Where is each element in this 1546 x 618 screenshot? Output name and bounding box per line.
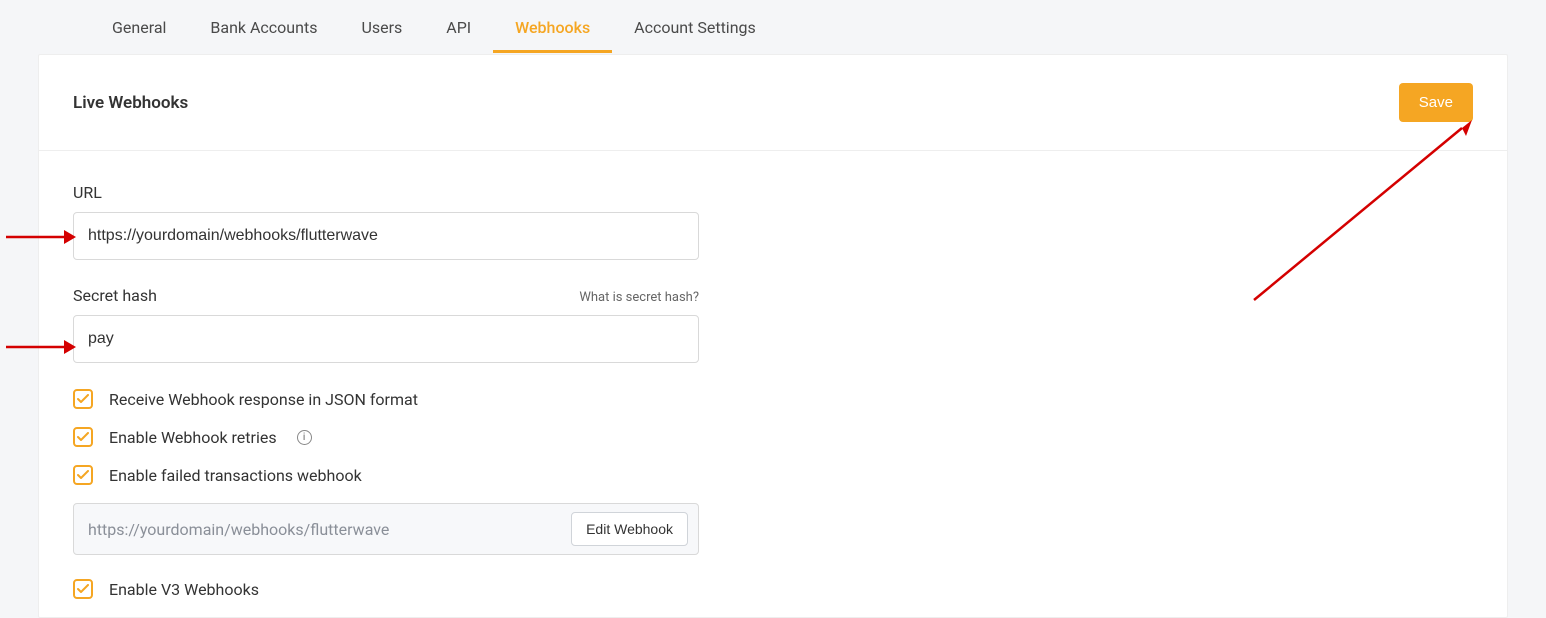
checkbox-json-format[interactable] <box>73 389 93 409</box>
info-icon[interactable]: i <box>297 430 312 445</box>
edit-webhook-button[interactable]: Edit Webhook <box>571 512 688 546</box>
check-icon <box>77 394 89 404</box>
tab-account-settings[interactable]: Account Settings <box>612 0 778 53</box>
check-icon <box>77 432 89 442</box>
checkbox-json-format-label: Receive Webhook response in JSON format <box>109 390 418 409</box>
webhook-readonly-url: https://yourdomain/webhooks/flutterwave <box>88 520 559 539</box>
checkbox-retries-label: Enable Webhook retries <box>109 428 277 447</box>
check-icon <box>77 584 89 594</box>
checkbox-v3[interactable] <box>73 579 93 599</box>
tab-api[interactable]: API <box>424 0 493 53</box>
tab-general[interactable]: General <box>90 0 188 53</box>
url-label: URL <box>73 183 102 202</box>
secret-hash-hint-link[interactable]: What is secret hash? <box>579 290 699 305</box>
tab-webhooks[interactable]: Webhooks <box>493 0 612 53</box>
secret-hash-input[interactable] <box>73 315 699 363</box>
page-title: Live Webhooks <box>73 93 188 113</box>
checkbox-failed-tx[interactable] <box>73 465 93 485</box>
url-input[interactable] <box>73 212 699 260</box>
checkbox-v3-label: Enable V3 Webhooks <box>109 580 259 599</box>
webhooks-card: Live Webhooks Save URL Secret hash What … <box>38 54 1508 618</box>
checkbox-retries[interactable] <box>73 427 93 447</box>
checkbox-failed-tx-label: Enable failed transactions webhook <box>109 466 362 485</box>
save-button[interactable]: Save <box>1399 83 1473 122</box>
tab-bank-accounts[interactable]: Bank Accounts <box>188 0 339 53</box>
secret-hash-label: Secret hash <box>73 286 157 305</box>
tab-users[interactable]: Users <box>339 0 424 53</box>
webhook-readonly-row: https://yourdomain/webhooks/flutterwave … <box>73 503 699 555</box>
check-icon <box>77 470 89 480</box>
settings-tabs: General Bank Accounts Users API Webhooks… <box>38 0 1508 54</box>
